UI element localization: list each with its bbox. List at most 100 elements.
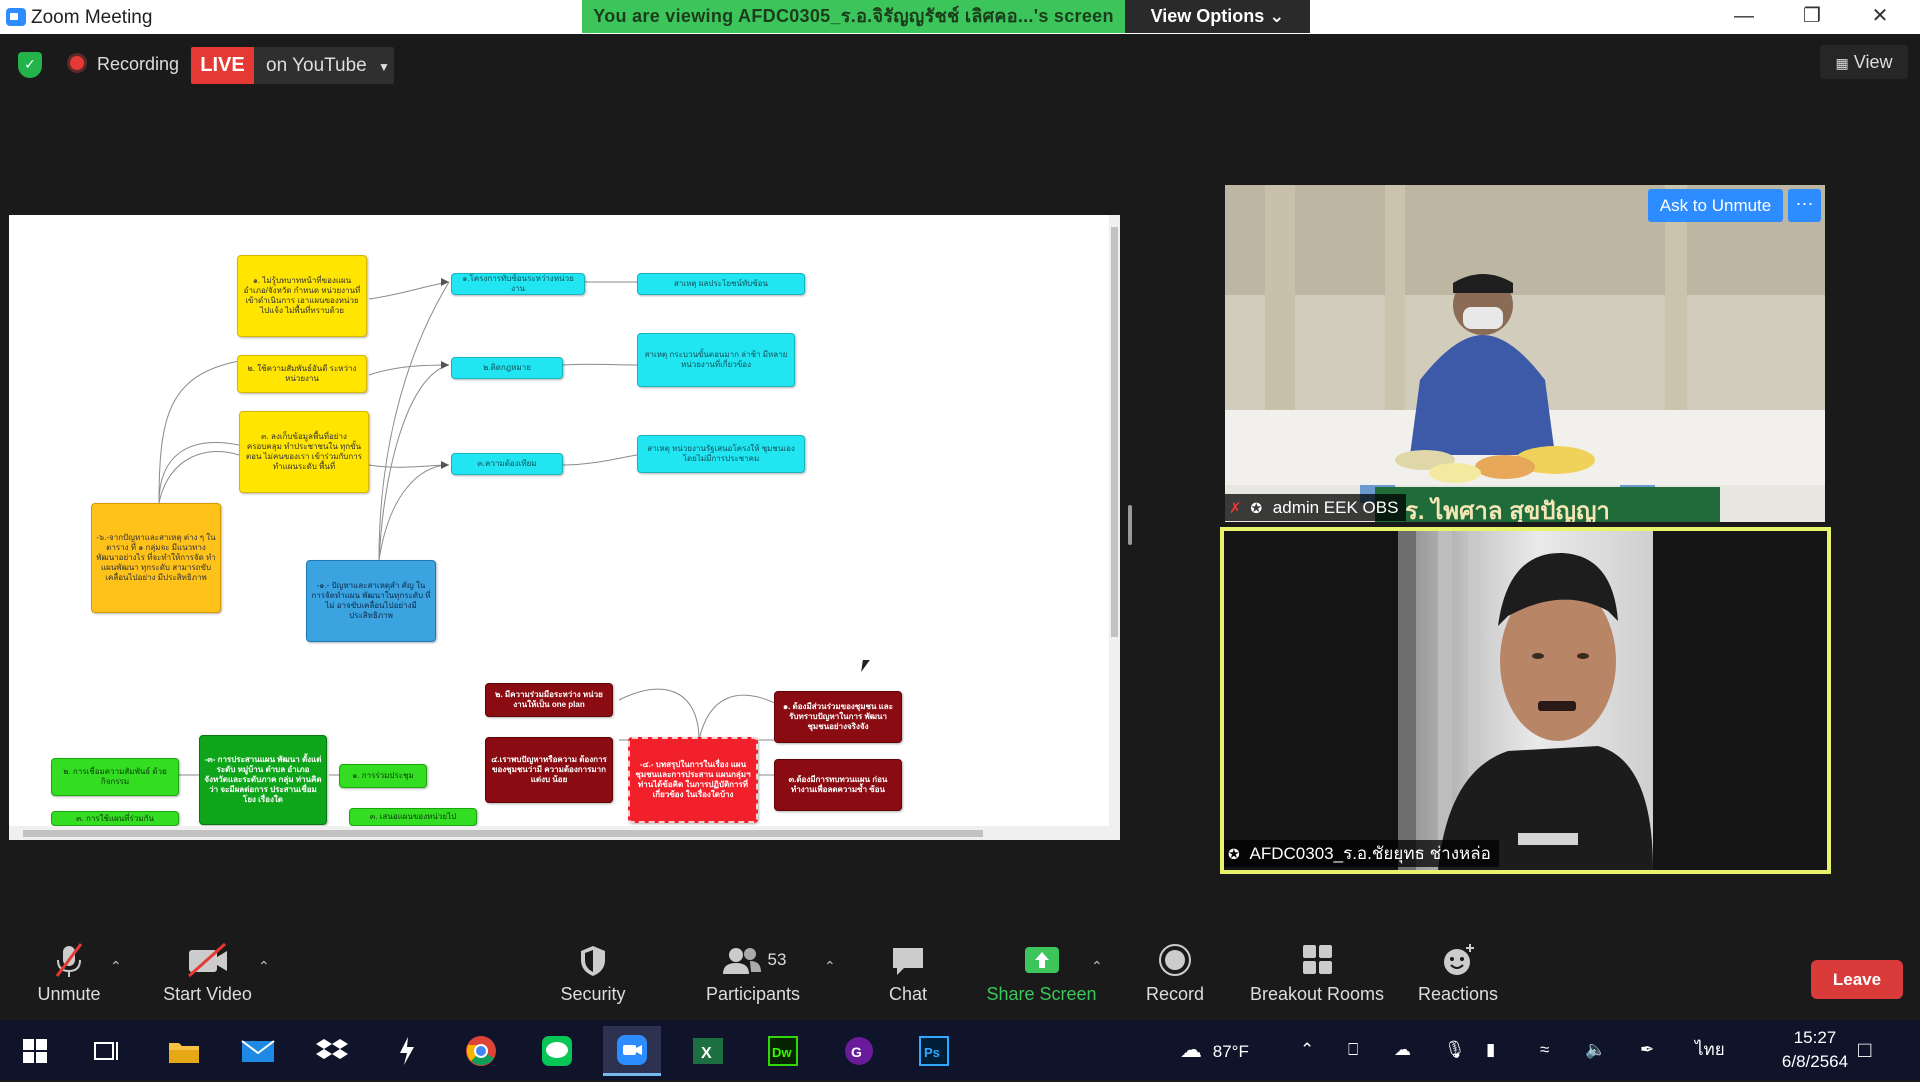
file-explorer-icon[interactable] <box>155 1026 213 1076</box>
pin-icon: ✪ <box>1250 500 1263 516</box>
pen-icon[interactable]: ✒ <box>1640 1020 1654 1080</box>
microphone-icon[interactable]: 🎙 <box>1444 1020 1466 1080</box>
meet-now-icon[interactable]: ⎕ <box>1348 1020 1358 1080</box>
unmute-button[interactable]: Unmute <box>18 940 120 1005</box>
horizontal-scrollbar[interactable] <box>9 826 1120 840</box>
view-layout-button[interactable]: ▦ View <box>1820 45 1908 79</box>
system-clock[interactable]: 15:27 6/8/2564 <box>1765 1026 1865 1074</box>
onedrive-cloud-icon[interactable]: ☁ <box>1394 1020 1411 1080</box>
participants-options-caret-icon[interactable]: ⌃ <box>824 958 836 975</box>
svg-text:Dw: Dw <box>772 1045 792 1060</box>
participant-video-admin[interactable]: ร. ไพศาล สุขปัญญา <box>1225 185 1825 522</box>
input-language[interactable]: ไทย <box>1695 1020 1725 1080</box>
horizontal-scroll-thumb[interactable] <box>23 830 983 837</box>
notification-center-icon[interactable]: □ <box>1858 1020 1871 1080</box>
weather-widget[interactable]: ☁ 87°F <box>1180 1020 1249 1080</box>
zoom-app-icon <box>6 8 26 26</box>
speaker-figure <box>1398 531 1653 870</box>
mindmap-node: ๒. ใช้ความสัมพันธ์อันดี ระหว่างหน่วยงาน <box>237 355 367 393</box>
recording-dot-icon <box>70 56 84 70</box>
leave-button[interactable]: Leave <box>1811 960 1903 999</box>
ask-to-unmute-button[interactable]: Ask to Unmute <box>1648 189 1783 222</box>
participants-button[interactable]: 53 Participants <box>698 940 808 1005</box>
chat-icon <box>868 940 948 980</box>
close-icon[interactable]: ✕ <box>1846 0 1914 34</box>
reactions-button[interactable]: Reactions <box>1408 940 1508 1005</box>
mindmap-node: ๑. ไม่รู้บทบาทหน้าที่ของแผน อำเภอ/จังหวั… <box>237 255 367 337</box>
chrome-icon[interactable] <box>452 1026 510 1076</box>
vertical-scroll-thumb[interactable] <box>1111 227 1118 637</box>
volume-icon[interactable]: 🔈 <box>1585 1020 1606 1080</box>
mail-icon[interactable] <box>229 1026 287 1076</box>
record-icon <box>1135 940 1215 980</box>
share-screen-icon <box>984 940 1099 980</box>
recording-label[interactable]: Recording <box>97 54 179 75</box>
viewing-banner: You are viewing AFDC0305_ร.อ.จิรัญญรัชช์… <box>582 0 1125 33</box>
chat-button[interactable]: Chat <box>868 940 948 1005</box>
audio-options-caret-icon[interactable]: ⌃ <box>110 958 122 975</box>
mindmap-node: ๔.เราพบปัญหาหรือความ ต้องการของชุมชนว่าม… <box>485 737 613 803</box>
participants-icon <box>722 948 761 974</box>
start-video-button[interactable]: Start Video <box>150 940 265 1005</box>
share-options-caret-icon[interactable]: ⌃ <box>1091 958 1103 975</box>
video-options-caret-icon[interactable]: ⌃ <box>258 958 270 975</box>
zoom-taskbar-icon[interactable] <box>603 1026 661 1076</box>
windows-taskbar: X Dw G Ps ☁ 87°F ⌃ ⎕ ☁ 🎙 ▮ ≈ 🔈 ✒ ไทย 15:… <box>0 1020 1920 1080</box>
mindmap-node: ๓.ต้องมีการทบทวนแผน ก่อนทำงานเพื่อลดความ… <box>774 759 902 811</box>
windows-start-icon[interactable] <box>6 1026 64 1076</box>
security-label: Security <box>560 984 626 1004</box>
smiley-icon <box>1408 940 1508 980</box>
restore-icon[interactable]: ❐ <box>1778 0 1846 34</box>
vertical-scrollbar[interactable] <box>1109 215 1120 826</box>
view-label: View <box>1853 52 1893 72</box>
breakout-rooms-button[interactable]: Breakout Rooms <box>1242 940 1392 1005</box>
show-hidden-icons-chevron-icon[interactable]: ⌃ <box>1300 1020 1314 1080</box>
security-button[interactable]: Security <box>548 940 638 1005</box>
pin-icon: ✪ <box>1228 846 1240 862</box>
title-bar: Zoom Meeting You are viewing AFDC0305_ร.… <box>0 0 1920 34</box>
weather-temp: 87°F <box>1212 1042 1249 1061</box>
photoshop-icon[interactable]: Ps <box>905 1026 963 1076</box>
pdf-app-icon[interactable]: G <box>830 1026 888 1076</box>
unmute-label: Unmute <box>37 984 101 1004</box>
shared-screen[interactable]: ๑. ไม่รู้บทบาทหน้าที่ของแผน อำเภอ/จังหวั… <box>9 215 1120 840</box>
view-options-button[interactable]: View Options ⌄ <box>1125 0 1310 33</box>
excel-icon[interactable]: X <box>679 1026 737 1076</box>
mindmap-node: ๒. การเชื่อมความสัมพันธ์ ด้วยกิจกรรม <box>51 758 179 796</box>
record-button[interactable]: Record <box>1135 940 1215 1005</box>
live-on-youtube-dropdown[interactable]: on YouTube ▼ <box>254 47 394 84</box>
line-app-icon[interactable] <box>528 1026 586 1076</box>
meeting-toolbar: Unmute ⌃ Start Video ⌃ Security 53 Parti… <box>0 940 1920 1020</box>
video-off-icon <box>150 940 265 980</box>
more-options-button[interactable]: ··· <box>1788 189 1821 222</box>
mindmap-node: -๔.- บทสรุปในการในเรื่อง แผนชุมชนและการป… <box>628 737 758 823</box>
clock-date: 6/8/2564 <box>1781 1052 1849 1071</box>
svg-text:G: G <box>851 1044 862 1060</box>
share-screen-button[interactable]: Share Screen <box>984 940 1099 1005</box>
mindmap-node: -๓- การประสานแผน พัฒนา ตั้งแต่ระดับ หมู่… <box>199 735 327 825</box>
split-view-divider[interactable] <box>1128 505 1132 545</box>
app-bolt-icon[interactable] <box>378 1026 436 1076</box>
participant-video-active-speaker[interactable] <box>1220 527 1831 874</box>
breakout-rooms-label: Breakout Rooms <box>1249 984 1385 1004</box>
muted-mic-icon <box>18 940 120 980</box>
participant-name-tag: ✪ AFDC0303_ร.อ.ชัยยุทธ ช่างหล่อ <box>1224 840 1499 867</box>
dreamweaver-icon[interactable]: Dw <box>754 1026 812 1076</box>
chat-label: Chat <box>888 984 928 1004</box>
dropbox-icon[interactable] <box>303 1026 361 1076</box>
task-view-icon[interactable] <box>78 1026 136 1076</box>
mindmap-node: ๑.โครงการทับซ้อนระหว่างหน่วยงาน <box>451 273 585 295</box>
mindmap-node: ๑. ต้องมีส่วนร่วมของชุมชน และรับทราบปัญห… <box>774 691 902 743</box>
mindmap-node: ๑. การร่วมประชุม <box>339 764 427 788</box>
mindmap-node: ๒.ติดกฎหมาย <box>451 357 563 379</box>
battery-icon[interactable]: ▮ <box>1486 1020 1495 1080</box>
live-target-label: on YouTube <box>266 55 367 76</box>
name-banner-text: ร. ไพศาล สุขปัญญา <box>1405 498 1610 522</box>
wifi-icon[interactable]: ≈ <box>1540 1020 1549 1080</box>
encryption-shield-icon[interactable]: ✓ <box>18 52 42 78</box>
svg-text:Ps: Ps <box>924 1045 940 1060</box>
shield-icon <box>548 940 638 980</box>
participants-count: 53 <box>767 950 787 969</box>
mindmap-node: สาเหตุ กระบวนขั้นตอนมาก ล่าช้า มีหลายหน่… <box>637 333 795 387</box>
minimize-icon[interactable]: — <box>1710 0 1778 34</box>
